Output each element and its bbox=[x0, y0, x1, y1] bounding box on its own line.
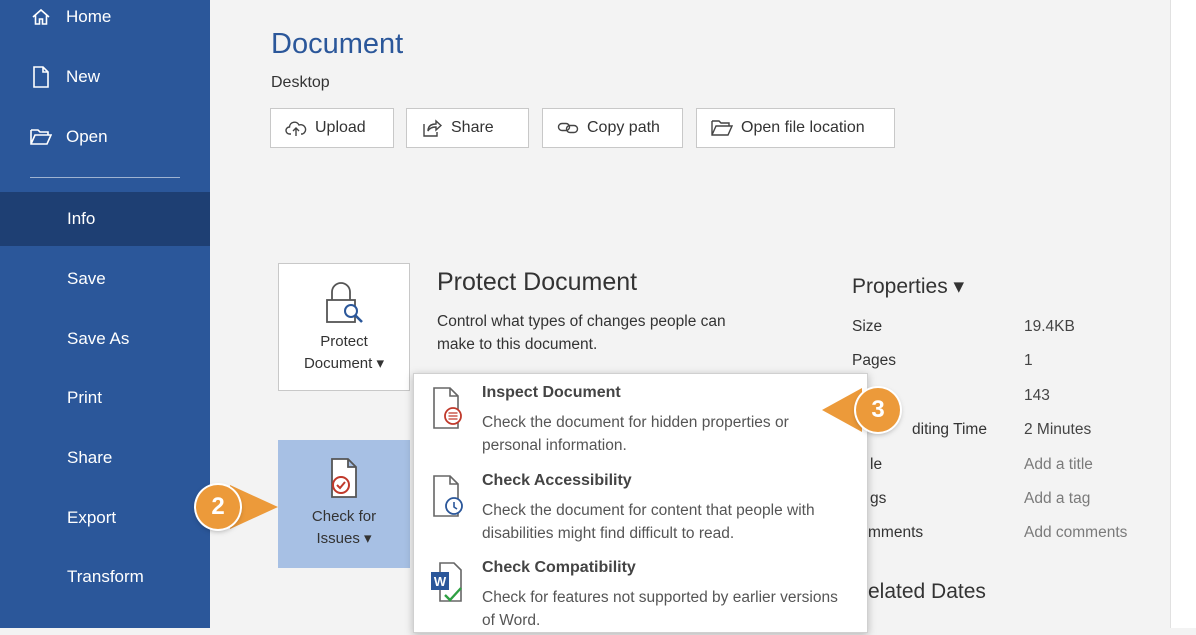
scroll-edge bbox=[1170, 0, 1196, 628]
sidebar-item-save[interactable]: Save bbox=[0, 256, 210, 302]
protect-tile-label-2: Document ▾ bbox=[303, 355, 385, 372]
sidebar-item-transform[interactable]: Transform bbox=[0, 554, 210, 600]
property-label: Size bbox=[852, 318, 883, 335]
step-2-callout: 2 bbox=[196, 485, 240, 529]
sidebar-item-label: Save bbox=[67, 269, 106, 288]
menu-item-description: Check for features not supported by earl… bbox=[482, 589, 838, 629]
protect-document-button[interactable]: Protect Document ▾ bbox=[278, 263, 410, 391]
copy-path-label: Copy path bbox=[587, 119, 660, 136]
check-for-issues-button[interactable]: Check for Issues ▾ bbox=[278, 440, 410, 568]
link-icon bbox=[557, 117, 579, 139]
menu-item-check-compatibility[interactable]: W Check Compatibility Check for features… bbox=[414, 549, 867, 635]
menu-item-title: Check Accessibility bbox=[482, 472, 632, 489]
home-icon bbox=[30, 6, 52, 28]
open-file-location-label: Open file location bbox=[741, 119, 865, 136]
document-location: Desktop bbox=[271, 74, 330, 91]
sidebar-item-info[interactable]: Info bbox=[0, 192, 210, 246]
sidebar-item-export[interactable]: Export bbox=[0, 495, 210, 541]
share-label: Share bbox=[451, 119, 494, 136]
sidebar-item-label: New bbox=[66, 67, 101, 86]
word-compatibility-icon: W bbox=[428, 559, 468, 607]
sidebar-item-open[interactable]: Open bbox=[0, 114, 210, 160]
inspect-document-icon bbox=[428, 384, 468, 432]
sidebar-item-label: Share bbox=[67, 448, 113, 467]
check-tile-label-2: Issues ▾ bbox=[316, 530, 372, 547]
menu-item-check-accessibility[interactable]: Check Accessibility Check the document f… bbox=[414, 462, 867, 548]
title-field[interactable]: Add a title bbox=[1024, 456, 1093, 474]
protect-tile-label-1: Protect bbox=[320, 333, 368, 350]
property-label: mments bbox=[868, 524, 924, 541]
property-value: 19.4KB bbox=[1024, 318, 1075, 335]
property-value: 2 Minutes bbox=[1024, 421, 1092, 438]
protect-document-heading: Protect Document bbox=[437, 268, 638, 296]
sidebar-item-label: Info bbox=[67, 209, 96, 228]
document-check-icon bbox=[324, 457, 364, 506]
sidebar-item-new[interactable]: New bbox=[0, 54, 210, 100]
check-for-issues-menu: Inspect Document Check the document for … bbox=[413, 373, 868, 633]
sidebar-divider bbox=[30, 177, 180, 178]
page-title: Document bbox=[271, 28, 404, 60]
upload-button[interactable]: Upload bbox=[270, 108, 394, 148]
sidebar-item-label: Export bbox=[67, 508, 117, 527]
protect-document-description: Control what types of changes people can… bbox=[437, 313, 726, 353]
share-icon bbox=[421, 117, 443, 139]
menu-item-inspect-document[interactable]: Inspect Document Check the document for … bbox=[414, 374, 867, 460]
cloud-upload-icon bbox=[285, 117, 307, 139]
share-button[interactable]: Share bbox=[406, 108, 529, 148]
sidebar-item-label: Open bbox=[66, 127, 108, 146]
menu-item-description: Check the document for content that peop… bbox=[482, 502, 815, 542]
property-label: le bbox=[870, 456, 883, 473]
sidebar-item-label: Transform bbox=[67, 567, 144, 586]
property-value: 1 bbox=[1024, 352, 1033, 369]
properties-heading[interactable]: Properties ▾ bbox=[852, 274, 964, 299]
lock-magnifier-icon bbox=[322, 280, 366, 331]
related-dates-heading: elated Dates bbox=[868, 580, 986, 603]
svg-text:W: W bbox=[434, 574, 447, 589]
property-value: 143 bbox=[1024, 387, 1050, 404]
step-3-callout: 3 bbox=[856, 388, 900, 432]
menu-item-description: Check the document for hidden properties… bbox=[482, 414, 789, 454]
backstage-sidebar: Home New Open Info Save Save As Print Sh… bbox=[0, 0, 210, 628]
accessibility-icon bbox=[428, 472, 468, 520]
new-document-icon bbox=[30, 66, 52, 88]
sidebar-item-label: Save As bbox=[67, 329, 130, 348]
sidebar-item-share[interactable]: Share bbox=[0, 435, 210, 481]
comments-field[interactable]: Add comments bbox=[1024, 524, 1127, 542]
folder-icon bbox=[711, 117, 733, 139]
copy-path-button[interactable]: Copy path bbox=[542, 108, 683, 148]
menu-item-title: Check Compatibility bbox=[482, 559, 636, 576]
open-folder-icon bbox=[30, 126, 52, 148]
property-label: diting Time bbox=[912, 421, 987, 438]
sidebar-item-print[interactable]: Print bbox=[0, 375, 210, 421]
upload-label: Upload bbox=[315, 119, 366, 136]
property-label: Pages bbox=[852, 352, 896, 369]
sidebar-item-label: Home bbox=[66, 7, 112, 26]
sidebar-item-label: Print bbox=[67, 388, 102, 407]
open-file-location-button[interactable]: Open file location bbox=[696, 108, 895, 148]
property-label: gs bbox=[870, 490, 887, 507]
menu-item-title: Inspect Document bbox=[482, 384, 621, 401]
check-tile-label-1: Check for bbox=[311, 508, 377, 525]
sidebar-item-home[interactable]: Home bbox=[0, 0, 210, 40]
sidebar-item-save-as[interactable]: Save As bbox=[0, 316, 210, 362]
tag-field[interactable]: Add a tag bbox=[1024, 490, 1090, 508]
